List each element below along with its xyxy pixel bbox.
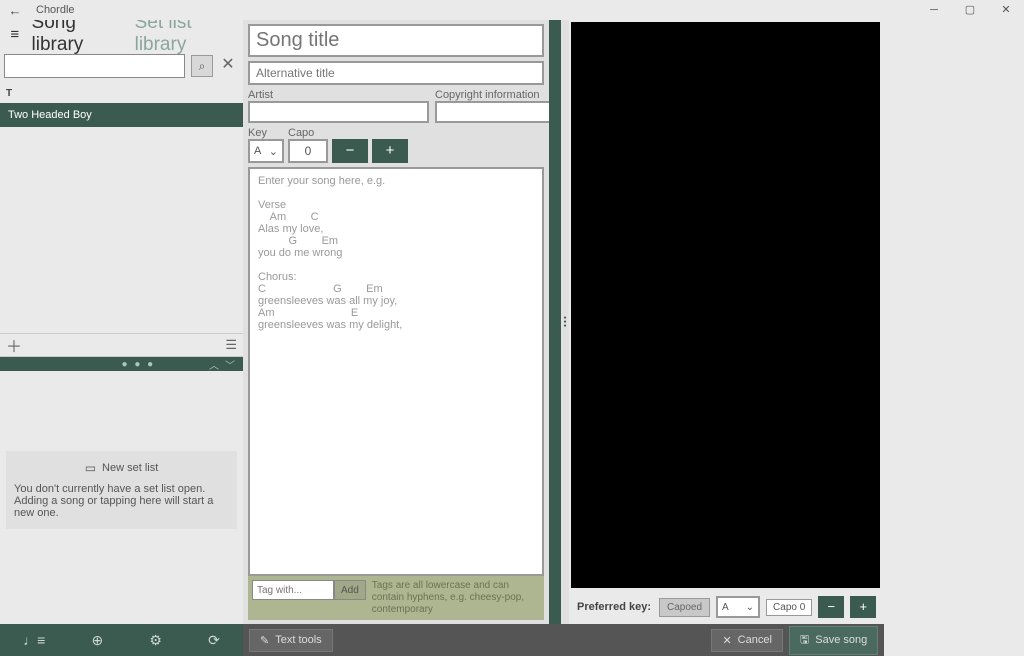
add-song-button[interactable]: ＋ xyxy=(6,333,22,357)
search-button[interactable]: ⌕ xyxy=(191,55,213,77)
editor-panel: Artist Copyright information Key A xyxy=(243,20,549,624)
capo-display: Capo 0 xyxy=(766,599,812,616)
list-letter-header: T xyxy=(0,84,243,103)
save-song-button[interactable]: 🖫 Save song xyxy=(789,626,878,655)
clear-search-button[interactable]: ✕ xyxy=(217,55,239,77)
setlist-panel[interactable]: ▭ New set list You don't currently have … xyxy=(6,451,237,529)
chevron-down-icon: ⌄ xyxy=(746,602,754,613)
setlist-hint: You don't currently have a set list open… xyxy=(14,483,229,519)
grip-dots-icon: ●●● xyxy=(563,316,566,328)
new-setlist-label: New set list xyxy=(102,462,158,474)
close-window-button[interactable]: ✕ xyxy=(988,0,1024,20)
pencil-icon: ✎ xyxy=(260,634,269,647)
preview-splitter[interactable]: ●●● xyxy=(561,20,569,624)
setlist-icon: ▭ xyxy=(85,461,96,475)
capo-label: Capo xyxy=(288,127,328,139)
pref-key-increase-button[interactable]: + xyxy=(850,596,876,618)
list-item[interactable]: Two Headed Boy xyxy=(0,103,243,127)
title-bar: ← Chordle ─ ▢ ✕ xyxy=(0,0,1024,20)
view-options-icon[interactable]: ☰ xyxy=(225,337,237,353)
maximize-button[interactable]: ▢ xyxy=(952,0,988,20)
sync-icon[interactable]: ⟳ xyxy=(208,632,220,649)
tags-hint: Tags are all lowercase and can contain h… xyxy=(372,580,540,616)
editor-footer-bar: ✎ Text tools ✕ Cancel 🖫 Save song xyxy=(243,624,884,656)
down-caret-icon[interactable]: ﹀ xyxy=(225,357,235,372)
back-button[interactable]: ← xyxy=(0,3,30,18)
preferred-key-row: Preferred key: Capoed A ⌄ Capo 0 − + xyxy=(569,592,884,624)
preview-panel: Preferred key: Capoed A ⌄ Capo 0 − + xyxy=(569,20,884,624)
chevron-down-icon: ⌄ xyxy=(269,145,278,158)
song-body-input[interactable]: Enter your song here, e.g. Verse Am C Al… xyxy=(248,167,544,576)
more-dots-icon: ● ● ● xyxy=(122,359,156,370)
close-icon: ✕ xyxy=(722,634,731,647)
tag-input[interactable] xyxy=(252,580,334,600)
song-list: Two Headed Boy xyxy=(0,103,243,333)
search-input[interactable] xyxy=(5,55,184,77)
minimize-button[interactable]: ─ xyxy=(916,0,952,20)
preferred-key-label: Preferred key: xyxy=(577,601,651,613)
up-caret-icon[interactable]: ︿ xyxy=(209,357,219,372)
capo-decrease-button[interactable]: − xyxy=(332,139,368,163)
globe-icon[interactable]: ⊕ xyxy=(91,632,103,649)
song-title-input[interactable] xyxy=(248,24,544,57)
artist-input[interactable] xyxy=(248,101,429,123)
menu-icon[interactable]: ≡ xyxy=(4,26,26,43)
save-icon: 🖫 xyxy=(800,631,809,650)
alt-title-input[interactable] xyxy=(248,61,544,85)
expand-collapse-bar[interactable]: ● ● ● ︿ ﹀ xyxy=(0,357,243,371)
queue-icon[interactable]: ♩≡ xyxy=(23,632,45,648)
app-title: Chordle xyxy=(30,4,75,16)
text-tools-button[interactable]: ✎ Text tools xyxy=(249,629,333,652)
tags-area: Add Tags are all lowercase and can conta… xyxy=(248,576,544,620)
pref-key-decrease-button[interactable]: − xyxy=(818,596,844,618)
search-input-wrapper xyxy=(4,54,185,78)
capo-input[interactable]: 0 xyxy=(288,139,328,163)
capo-increase-button[interactable]: + xyxy=(372,139,408,163)
key-label: Key xyxy=(248,127,284,139)
editor-divider[interactable] xyxy=(549,20,561,624)
preferred-key-select[interactable]: A ⌄ xyxy=(716,596,760,618)
key-select[interactable]: A ⌄ xyxy=(248,139,284,163)
artist-label: Artist xyxy=(248,89,429,101)
sidebar: ≡ Song library Set list library ⌕ ✕ T Tw… xyxy=(0,20,243,656)
tag-add-button[interactable]: Add xyxy=(334,580,366,600)
song-preview xyxy=(571,22,880,588)
gear-icon[interactable]: ⚙ xyxy=(149,632,162,649)
capoed-toggle[interactable]: Capoed xyxy=(659,598,710,617)
sidebar-bottom-actions: ♩≡ ⊕ ⚙ ⟳ xyxy=(0,624,243,656)
cancel-button[interactable]: ✕ Cancel xyxy=(711,629,782,652)
